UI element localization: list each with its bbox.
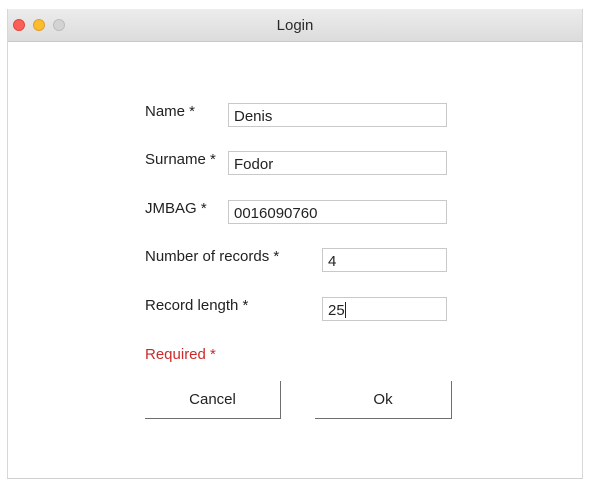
number-of-records-label: Number of records *	[145, 248, 280, 265]
jmbag-label: JMBAG *	[145, 200, 207, 217]
login-window: Login	[7, 9, 583, 479]
ok-button[interactable]: Ok	[315, 381, 452, 419]
jmbag-field[interactable]: 0016090760	[228, 200, 447, 224]
title-bar[interactable]: Login	[8, 9, 582, 42]
surname-field[interactable]: Fodor	[228, 151, 447, 175]
cancel-button[interactable]: Cancel	[145, 381, 281, 419]
required-note: Required *	[145, 346, 216, 363]
window-title: Login	[276, 17, 314, 34]
surname-label: Surname *	[145, 151, 216, 168]
record-length-label: Record length *	[145, 297, 249, 314]
record-length-field[interactable]: 25	[322, 297, 447, 321]
text-cursor	[344, 302, 346, 318]
name-label: Name *	[145, 103, 196, 120]
number-of-records-field[interactable]: 4	[322, 248, 447, 272]
name-field[interactable]: Denis	[228, 103, 447, 127]
record-length-value: 25	[328, 302, 345, 319]
